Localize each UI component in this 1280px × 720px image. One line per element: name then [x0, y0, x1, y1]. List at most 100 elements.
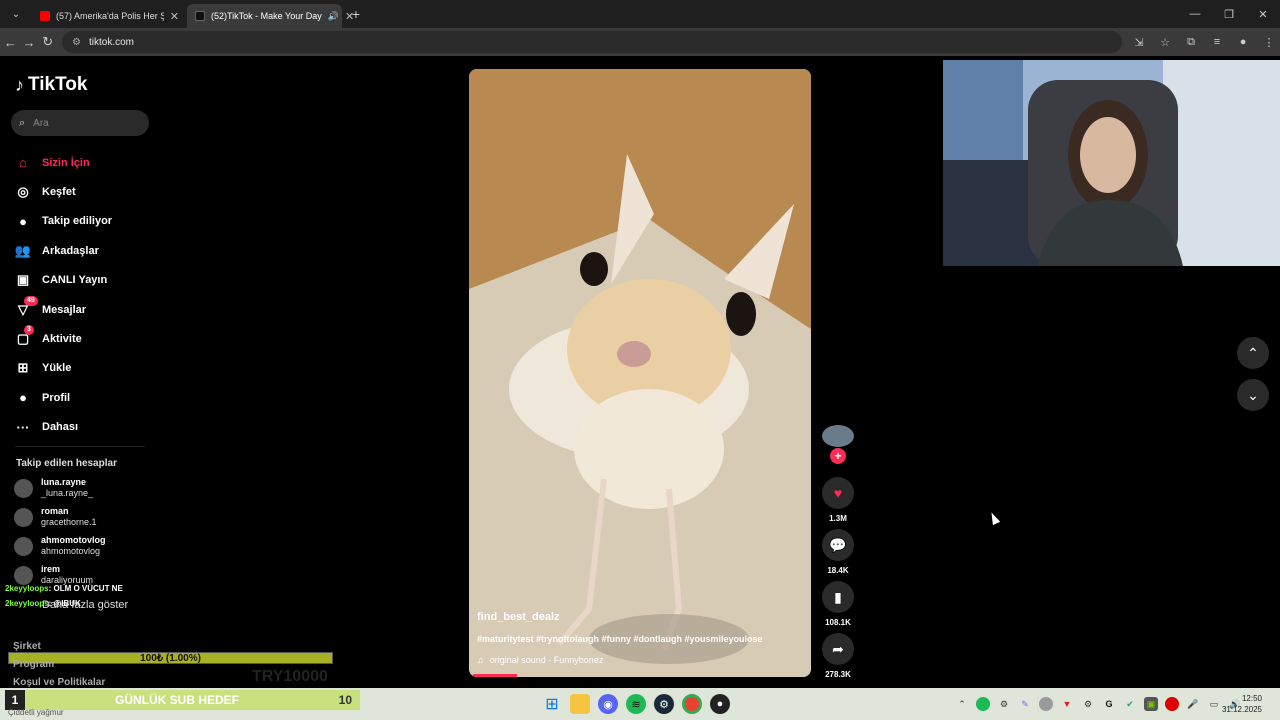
address-bar-row: ← → ↻ ⚙ tiktok.com ⇲ ☆ ⧉ ≡ ● ⋮ — [0, 28, 1280, 56]
tiktok-note-icon: ♪ — [15, 74, 24, 95]
sidebar-item-label: Takip ediliyor — [42, 215, 113, 228]
tray-g-icon[interactable]: G — [1102, 697, 1116, 711]
chrome-icon[interactable] — [682, 694, 702, 714]
avatar — [14, 478, 33, 498]
site-info-icon[interactable]: ⚙ — [72, 37, 81, 48]
tray-record-icon[interactable] — [1165, 697, 1179, 711]
sidebar-item-6[interactable]: ▢ 3 Aktivite — [14, 324, 154, 353]
webcam-frame — [943, 60, 1280, 266]
video-sound[interactable]: ♫ original sound - Funnybonez — [477, 655, 603, 665]
tab-search-icon[interactable]: ⌄ — [4, 2, 28, 26]
discord-icon[interactable]: ◉ — [598, 694, 618, 714]
sidebar-item-1[interactable]: ◎ Keşfet — [14, 177, 154, 206]
tray-overflow-icon[interactable]: ⌃ — [955, 697, 969, 711]
url-field[interactable]: ⚙ tiktok.com — [62, 31, 1123, 53]
like-action: ♥ 1.3M — [822, 477, 854, 523]
tray-spotify-icon[interactable] — [976, 697, 990, 711]
bookmark-star-icon[interactable]: ☆ — [1154, 31, 1176, 53]
sidebar-item-7[interactable]: ⊞ Yükle — [14, 354, 154, 383]
browser-tab-strip: ⌄ (57) Amerika'da Polis Her Şeyi G ✕ (52… — [0, 0, 1280, 28]
creator-avatar[interactable] — [822, 425, 854, 447]
tray-display-icon[interactable]: ▭ — [1207, 697, 1221, 711]
search-input[interactable]: ⌕ Ara — [11, 110, 149, 136]
footer-link-company[interactable]: Şirket — [13, 641, 41, 652]
notification-badge: 3 — [24, 325, 34, 336]
more-icon: ··· — [16, 419, 30, 435]
sidebar-item-5[interactable]: ▽ 49 Mesajlar — [14, 295, 154, 324]
forward-icon[interactable]: → — [21, 30, 38, 54]
obs-icon[interactable]: ● — [710, 694, 730, 714]
tray-pen-icon[interactable]: ✎ — [1018, 697, 1032, 711]
steam-icon[interactable]: ⚙ — [654, 694, 674, 714]
sidebar-item-9[interactable]: ··· Dahası — [14, 413, 154, 442]
back-icon[interactable]: ← — [2, 30, 19, 54]
tray-gear-icon[interactable]: ⚙ — [1081, 697, 1095, 711]
sidebar-item-0[interactable]: ⌂ Sizin İçin — [14, 148, 154, 177]
comment-icon: 💬 — [829, 536, 847, 553]
url-text: tiktok.com — [88, 36, 134, 48]
tray-vpn-icon[interactable]: ✔ — [1123, 697, 1137, 711]
chevron-up-icon: ⌃ — [1247, 344, 1259, 361]
sidebar-divider — [15, 446, 145, 447]
chevron-down-icon: ⌄ — [1247, 386, 1259, 403]
install-app-icon[interactable]: ⇲ — [1128, 31, 1150, 53]
restore-icon[interactable]: ❐ — [1212, 0, 1246, 28]
clock-time: 12:50 — [1241, 694, 1262, 703]
sidebar-item-label: Sizin İçin — [42, 156, 90, 169]
home-icon: ⌂ — [19, 155, 27, 171]
followed-account[interactable]: ahmomotovlog ahmomotovlog — [14, 532, 154, 560]
tray-nvidia-icon[interactable]: ▣ — [1144, 697, 1158, 711]
tab-tiktok[interactable]: (52)TikTok - Make Your Day 🔊 ✕ — [187, 4, 354, 28]
follow-button[interactable]: + — [830, 448, 846, 464]
close-window-icon[interactable]: ✕ — [1246, 0, 1280, 28]
reload-icon[interactable]: ↻ — [39, 30, 56, 54]
tab-title: (57) Amerika'da Polis Her Şeyi G — [56, 11, 164, 21]
media-control-icon[interactable]: ≡ — [1206, 31, 1228, 53]
tray-steam-icon[interactable]: ⚙ — [997, 697, 1011, 711]
video-player[interactable]: find_best_dealz #maturitytest #trynottol… — [469, 69, 811, 677]
logo-text: TikTok — [28, 74, 88, 95]
sidebar-item-label: Keşfet — [42, 186, 76, 199]
audio-playing-icon[interactable]: 🔊 — [328, 11, 339, 22]
video-hashtags[interactable]: #maturitytest #trynottolaugh #funny #don… — [477, 634, 763, 644]
footer-link-program[interactable]: Program — [13, 659, 54, 670]
sidebar-item-3[interactable]: 👥 Arkadaşlar — [14, 236, 154, 265]
tray-mic-icon[interactable]: 🎤 — [1186, 697, 1200, 711]
menu-dots-icon[interactable]: ⋮ — [1258, 31, 1280, 53]
file-explorer-icon[interactable] — [570, 694, 590, 714]
comment-button[interactable]: 💬 — [822, 529, 854, 561]
sidebar-item-label: Arkadaşlar — [42, 244, 99, 257]
mouse-cursor-icon — [987, 510, 1001, 526]
avatar — [14, 507, 33, 527]
video-progress-bar[interactable] — [473, 674, 518, 677]
sidebar-item-8[interactable]: ● Profil — [14, 383, 154, 412]
tab-youtube[interactable]: (57) Amerika'da Polis Her Şeyi G ✕ — [32, 4, 187, 28]
save-button[interactable]: ▮ — [822, 581, 854, 613]
next-video-button[interactable]: ⌄ — [1237, 379, 1269, 411]
avatar — [14, 565, 33, 585]
tiktok-logo[interactable]: ♪ TikTok — [15, 74, 87, 96]
new-tab-icon[interactable]: + — [344, 2, 368, 26]
tray-app-icon[interactable] — [1039, 697, 1053, 711]
following-icon: ● — [19, 213, 27, 229]
minimize-icon[interactable]: — — [1178, 0, 1212, 28]
sidebar-item-4[interactable]: ▣ CANLI Yayın — [14, 266, 154, 295]
video-username[interactable]: find_best_dealz — [477, 611, 560, 623]
profile-avatar-icon[interactable]: ● — [1232, 31, 1254, 53]
search-icon: ⌕ — [19, 116, 26, 129]
extensions-icon[interactable]: ⧉ — [1180, 31, 1202, 53]
sidebar-item-2[interactable]: ● Takip ediliyor — [14, 207, 154, 236]
previous-video-button[interactable]: ⌃ — [1237, 337, 1269, 369]
tray-shield-icon[interactable]: ▼ — [1060, 697, 1074, 711]
close-tab-icon[interactable]: ✕ — [170, 10, 179, 23]
goal-label: GÜNLÜK SUB HEDEF — [115, 693, 240, 707]
share-button[interactable]: ➦ — [822, 633, 854, 665]
footer-link-terms[interactable]: Koşul ve Politikalar — [13, 677, 105, 688]
windows-start-icon[interactable]: ⊞ — [542, 694, 562, 714]
followed-account[interactable]: roman gracethorne.1 — [14, 503, 154, 531]
like-button[interactable]: ♥ — [822, 477, 854, 509]
system-clock[interactable]: 12:50 31.12.2025 — [1222, 693, 1262, 715]
followed-account[interactable]: luna.rayne _luna.rayne_ — [14, 474, 154, 502]
spotify-icon[interactable]: ≋ — [626, 694, 646, 714]
share-action: ➦ 278.3K — [822, 633, 854, 679]
